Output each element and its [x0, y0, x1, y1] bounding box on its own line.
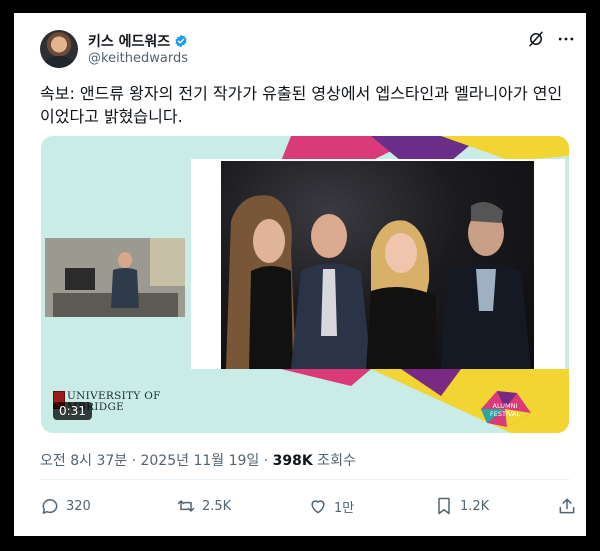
repost-count: 2.5K	[202, 498, 232, 514]
tweet-text: 속보: 앤드류 왕자의 전기 작가가 유출된 영상에서 엡스타인과 멜라니아가 …	[40, 84, 563, 126]
bookmark-count: 1.2K	[460, 498, 490, 514]
divider	[40, 479, 570, 480]
author-name-row[interactable]: 키스 에드워즈	[88, 31, 188, 51]
tweet-meta: 오전 8시 37분 · 2025년 11월 19일 · 398K 조회수	[40, 450, 356, 470]
video-still	[221, 161, 534, 369]
video-player[interactable]: UNIVERSITY OF MBRIDGE 0:31 ALUMNI FESTIV…	[41, 136, 569, 433]
action-bar: 320 2.5K 1만 1.2K	[40, 496, 575, 518]
like-count: 1만	[334, 500, 355, 516]
author-handle[interactable]: @keithedwards	[88, 51, 188, 66]
alumni-festival-logo: ALUMNI FESTIVAL	[481, 391, 531, 427]
share-icon	[559, 498, 575, 514]
bookmark-button[interactable]: 1.2K	[434, 496, 489, 516]
views-label: 조회수	[312, 453, 356, 469]
repost-icon	[177, 500, 195, 512]
share-button[interactable]	[557, 496, 577, 520]
more-options-icon[interactable]	[556, 29, 576, 49]
views-count: 398K	[272, 453, 313, 469]
avatar[interactable]	[40, 30, 78, 68]
festival-line-2: FESTIVAL	[490, 410, 520, 418]
reply-count: 320	[66, 498, 91, 514]
grok-icon[interactable]	[527, 30, 545, 48]
video-duration-badge: 0:31	[53, 402, 92, 420]
display-name[interactable]: 키스 에드워즈	[88, 31, 170, 51]
verified-badge-icon	[175, 34, 187, 48]
tweet-card: 키스 에드워즈 @keithedwards 속보: 앤드류 왕자의 전기 작가가…	[14, 13, 586, 536]
speaker-video-inset	[45, 238, 185, 317]
timestamp[interactable]: 오전 8시 37분 · 2025년 11월 19일 ·	[40, 453, 273, 469]
like-button[interactable]: 1만	[308, 496, 354, 516]
people-illustration	[226, 195, 531, 369]
heart-icon	[311, 500, 325, 514]
repost-button[interactable]: 2.5K	[176, 496, 231, 516]
festival-line-1: ALUMNI	[493, 402, 518, 410]
reply-icon	[42, 499, 58, 514]
bookmark-icon	[438, 497, 450, 515]
reply-button[interactable]: 320	[40, 496, 91, 516]
